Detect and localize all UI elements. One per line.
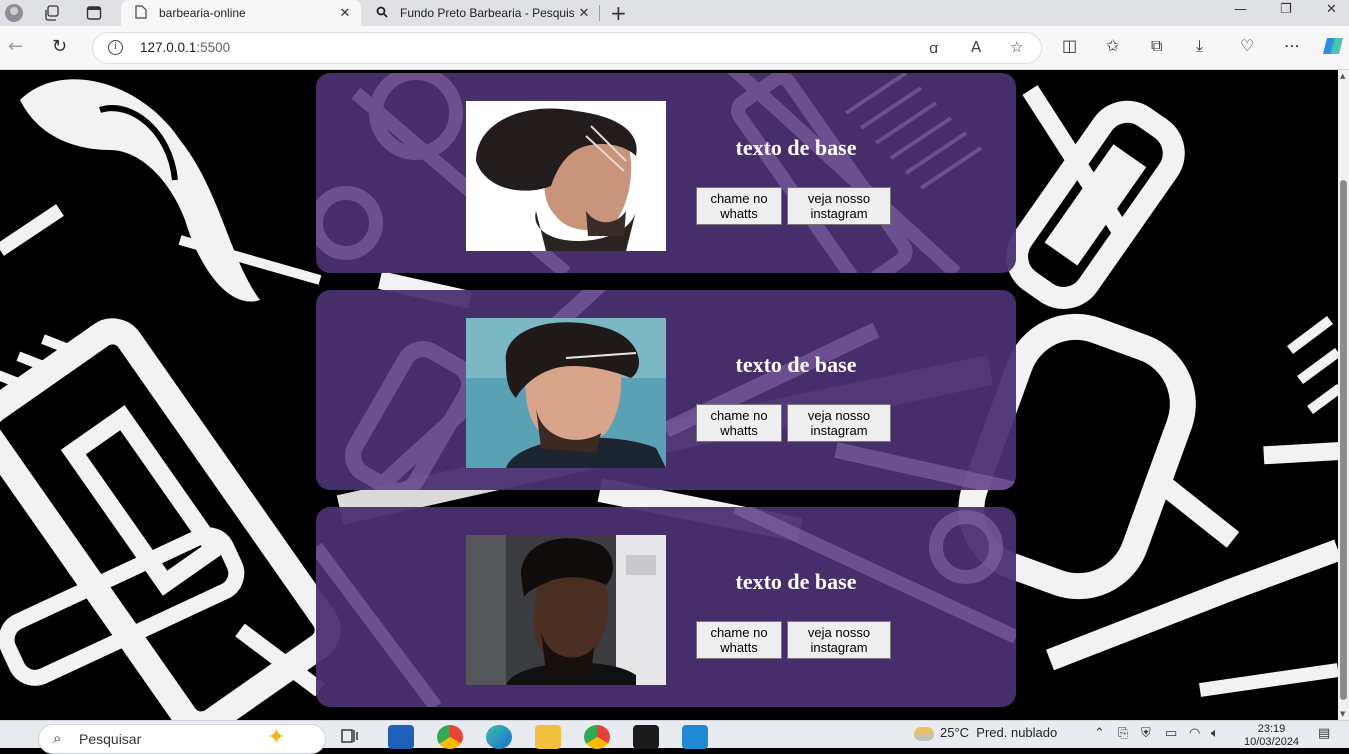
device-icon[interactable]: ▭: [1165, 726, 1177, 741]
back-icon[interactable]: ←: [8, 36, 23, 57]
scrollbar-thumb[interactable]: [1340, 180, 1347, 700]
file-explorer-icon[interactable]: [535, 725, 561, 749]
taskbar-search-placeholder: Pesquisar: [79, 731, 142, 747]
profile-icon[interactable]: [2, 2, 26, 24]
usb-icon[interactable]: ⎘: [1118, 726, 1128, 741]
notification-icon[interactable]: ▤: [1318, 726, 1330, 741]
whatsapp-button[interactable]: chame no whatts: [696, 404, 782, 442]
favorite-icon[interactable]: ☆: [1010, 38, 1023, 56]
info-icon[interactable]: i: [108, 40, 123, 55]
weather-text: Pred. nublado: [976, 725, 1058, 740]
instagram-button[interactable]: veja nosso instagram: [787, 404, 891, 442]
chrome-icon[interactable]: [584, 725, 610, 749]
read-aloud-icon[interactable]: A: [971, 38, 981, 56]
page-icon: [133, 4, 149, 22]
address-toolbar: ← ↻ i 127.0.0.1:5500 ꭤ A ☆: [0, 26, 1349, 70]
edge-icon[interactable]: [486, 725, 512, 749]
tab-search-results[interactable]: Fundo Preto Barbearia - Pesquisar ✕: [362, 0, 600, 26]
workspaces-icon[interactable]: [40, 2, 64, 24]
windows-taskbar: ⌕ Pesquisar ✦ 25°C Pred. nublado ⌃ ⎘ ⛨ ▭…: [0, 720, 1349, 754]
card-heading: texto de base: [735, 135, 857, 160]
clock-date: 10/03/2024: [1244, 736, 1300, 748]
page-scrollbar[interactable]: ▲ ▼: [1338, 70, 1349, 720]
scroll-down-icon[interactable]: ▼: [1340, 710, 1345, 718]
whatsapp-button[interactable]: chame no whatts: [696, 187, 782, 225]
haircut-photo: [466, 318, 666, 468]
reload-icon[interactable]: ↻: [52, 36, 67, 57]
sparkle-icon: ✦: [267, 725, 286, 750]
vscode-icon[interactable]: [682, 725, 708, 749]
task-view-icon[interactable]: [340, 725, 366, 749]
more-icon[interactable]: ⋯: [1284, 36, 1300, 55]
volume-icon[interactable]: 🔈︎: [1211, 726, 1219, 741]
card-decoration: [316, 73, 983, 273]
card-heading: texto de base: [735, 352, 857, 377]
instagram-button[interactable]: veja nosso instagram: [787, 187, 891, 225]
whatsapp-button[interactable]: chame no whatts: [696, 621, 782, 659]
chrome-icon[interactable]: [437, 725, 463, 749]
card-heading: texto de base: [735, 569, 857, 594]
chevron-up-icon[interactable]: ⌃: [1094, 726, 1105, 741]
weather-icon: [914, 726, 934, 741]
barber-card: texto de base chame no whatts veja nosso…: [316, 290, 1016, 490]
copilot-icon[interactable]: [1322, 36, 1344, 60]
url-text[interactable]: 127.0.0.1:5500: [140, 40, 230, 55]
card-decoration: [345, 290, 1016, 490]
tab-title: Fundo Preto Barbearia - Pesquisar: [400, 6, 574, 20]
tab-actions-icon[interactable]: [82, 2, 106, 24]
new-tab-icon[interactable]: +: [610, 1, 627, 25]
minimize-icon[interactable]: —: [1234, 2, 1247, 17]
tab-strip: barbearia-online ✕ Fundo Preto Barbearia…: [0, 0, 1349, 26]
tab-title: barbearia-online: [159, 6, 246, 20]
close-icon[interactable]: ✕: [335, 5, 355, 21]
split-screen-icon[interactable]: ◫: [1062, 36, 1077, 55]
card-decoration: [316, 507, 1016, 707]
address-bar[interactable]: i 127.0.0.1:5500 ꭤ A ☆: [92, 32, 1042, 64]
taskbar-search[interactable]: ⌕ Pesquisar ✦: [38, 724, 326, 754]
page-viewport: texto de base chame no whatts veja nosso…: [0, 70, 1338, 720]
mail-icon[interactable]: [388, 725, 414, 749]
terminal-icon[interactable]: [633, 725, 659, 749]
close-icon[interactable]: ✕: [574, 5, 594, 21]
tab-barbearia-online[interactable]: barbearia-online ✕: [121, 0, 361, 26]
wifi-icon[interactable]: ◠: [1189, 726, 1200, 741]
taskbar-clock[interactable]: 23:19 10/03/2024: [1244, 723, 1299, 749]
browser-essentials-icon[interactable]: ♡: [1240, 36, 1254, 55]
haircut-photo: [466, 101, 666, 251]
clock-time: 23:19: [1257, 723, 1286, 735]
barber-card: texto de base chame no whatts veja nosso…: [316, 73, 1016, 273]
search-icon: ⌕: [53, 729, 62, 747]
favorites-icon[interactable]: ✩: [1106, 36, 1119, 55]
scroll-up-icon[interactable]: ▲: [1340, 72, 1345, 80]
restore-icon[interactable]: ❐: [1280, 2, 1292, 17]
weather-widget[interactable]: 25°C Pred. nublado: [914, 725, 1057, 741]
close-window-icon[interactable]: ✕: [1326, 2, 1337, 17]
collections-icon[interactable]: ⧉: [1151, 36, 1162, 56]
barber-card: texto de base chame no whatts veja nosso…: [316, 507, 1016, 707]
translate-icon[interactable]: ꭤ: [929, 38, 938, 58]
downloads-icon[interactable]: ⤓: [1196, 36, 1203, 56]
search-icon: [374, 6, 390, 21]
weather-temp: 25°C: [940, 725, 970, 740]
security-icon[interactable]: ⛨: [1141, 726, 1151, 741]
instagram-button[interactable]: veja nosso instagram: [787, 621, 891, 659]
haircut-photo: [466, 535, 666, 685]
